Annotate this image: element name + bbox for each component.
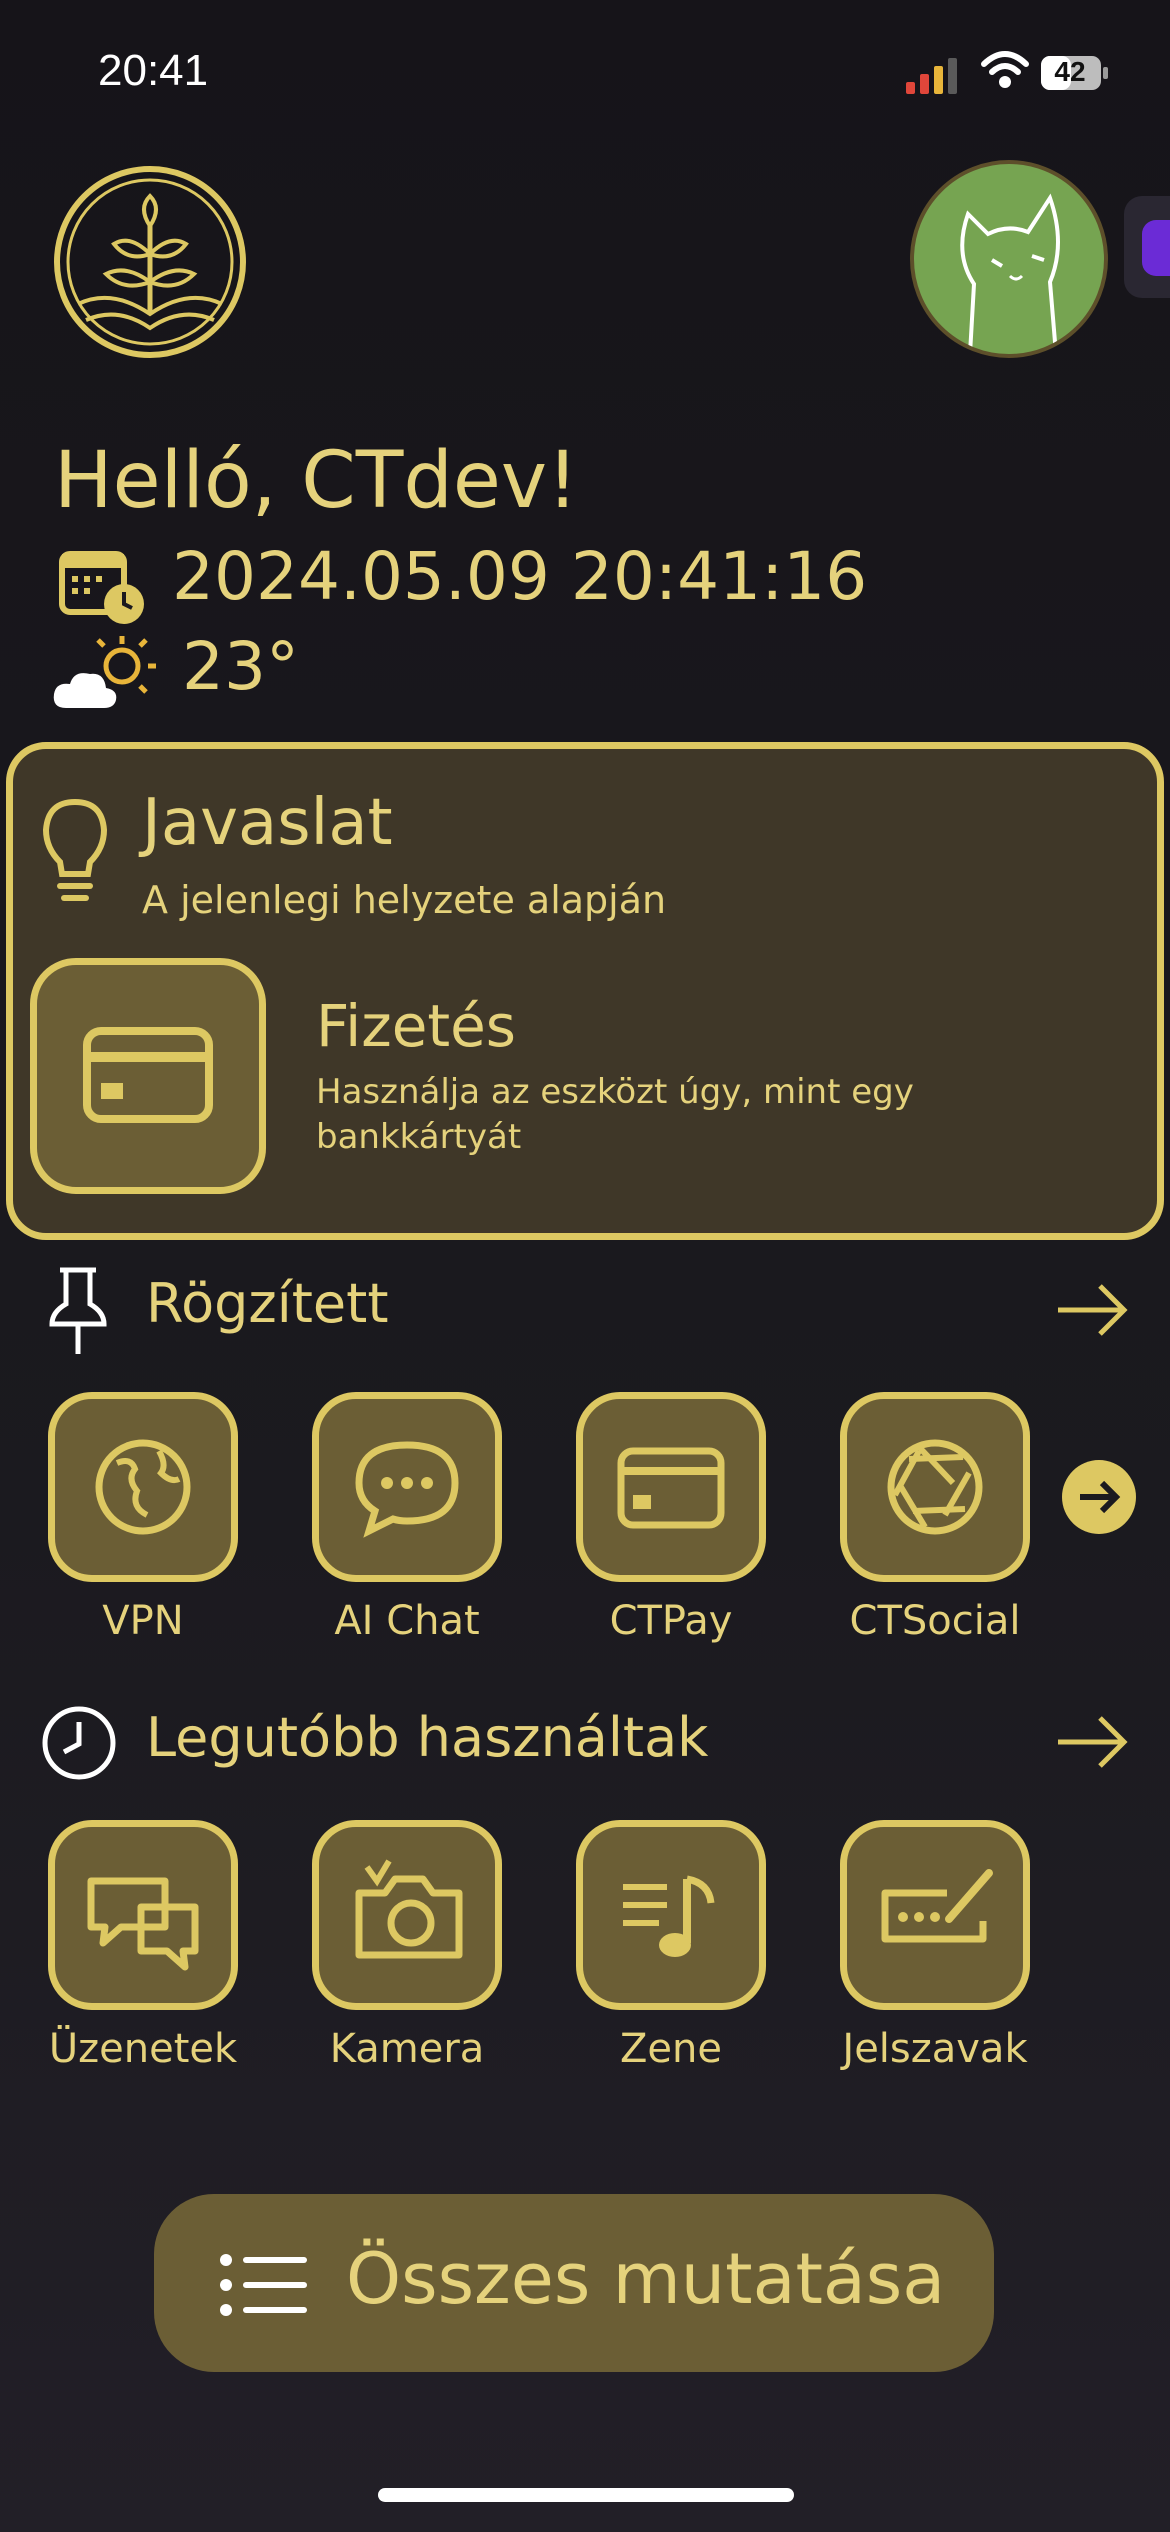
credit-card-icon (617, 1447, 725, 1529)
payment-suggestion-tile[interactable] (30, 958, 266, 1194)
suggestion-title: Javaslat (142, 786, 393, 860)
side-widget-icon (1142, 220, 1170, 276)
suggestion-subtitle: A jelenlegi helyzete alapján (142, 878, 667, 922)
app-tile-ctpay[interactable] (576, 1392, 766, 1582)
greeting-text: Helló, CTdev! (54, 436, 579, 526)
user-avatar[interactable] (910, 160, 1108, 358)
arrow-right-icon (1080, 1480, 1121, 1514)
music-note-icon (623, 1875, 715, 1957)
app-label-vpn: VPN (102, 1598, 184, 1644)
chat-bubble-icon (355, 1441, 459, 1538)
calendar-clock-icon (58, 546, 148, 626)
app-tile-ai-chat[interactable] (312, 1392, 502, 1582)
suggestion-item-title[interactable]: Fizetés (316, 992, 516, 1060)
app-label-music: Zene (620, 2026, 722, 2072)
home-indicator[interactable] (378, 2488, 794, 2502)
app-logo (52, 164, 248, 360)
suggestion-item-description: Használja az eszközt úgy, mint egy bankk… (316, 1072, 914, 1157)
app-label-passwords: Jelszavak (842, 2026, 1028, 2072)
app-tile-messages[interactable] (48, 1820, 238, 2010)
app-label-camera: Kamera (329, 2026, 485, 2072)
app-label-ctsocial: CTSocial (849, 1598, 1021, 1644)
temperature: 23° (182, 628, 299, 705)
camera-icon (355, 1859, 463, 1959)
cellular-signal-icon (906, 54, 960, 94)
lightbulb-icon (40, 796, 110, 906)
pinned-arrow-right-icon[interactable] (1054, 1280, 1130, 1340)
show-all-label[interactable]: Összes mutatása (346, 2238, 945, 2320)
credit-card-icon (83, 1027, 213, 1123)
wifi-icon (980, 50, 1030, 90)
clock-icon (40, 1704, 118, 1782)
recent-section-title: Legutóbb használtak (146, 1706, 709, 1769)
app-label-ctpay: CTPay (609, 1598, 733, 1644)
pinned-section-title: Rögzített (146, 1272, 389, 1335)
app-tile-vpn[interactable] (48, 1392, 238, 1582)
recent-arrow-right-icon[interactable] (1054, 1712, 1130, 1772)
app-tile-music[interactable] (576, 1820, 766, 2010)
camera-aperture-icon (887, 1439, 983, 1535)
battery-level: 42 (1054, 56, 1086, 87)
globe-icon (95, 1439, 191, 1535)
app-tile-passwords[interactable] (840, 1820, 1030, 2010)
status-time: 20:41 (98, 46, 209, 95)
app-label-messages: Üzenetek (48, 2026, 238, 2072)
app-tile-ctsocial[interactable] (840, 1392, 1030, 1582)
app-label-ai-chat: AI Chat (334, 1598, 480, 1644)
pinned-more-button[interactable] (1062, 1460, 1136, 1534)
list-icon (218, 2250, 310, 2320)
pin-icon (46, 1264, 110, 1356)
messages-icon (87, 1877, 199, 1971)
password-pen-icon (881, 1869, 993, 1943)
current-datetime: 2024.05.09 20:41:16 (172, 538, 868, 615)
app-tile-camera[interactable] (312, 1820, 502, 2010)
partly-cloudy-icon (52, 632, 162, 712)
